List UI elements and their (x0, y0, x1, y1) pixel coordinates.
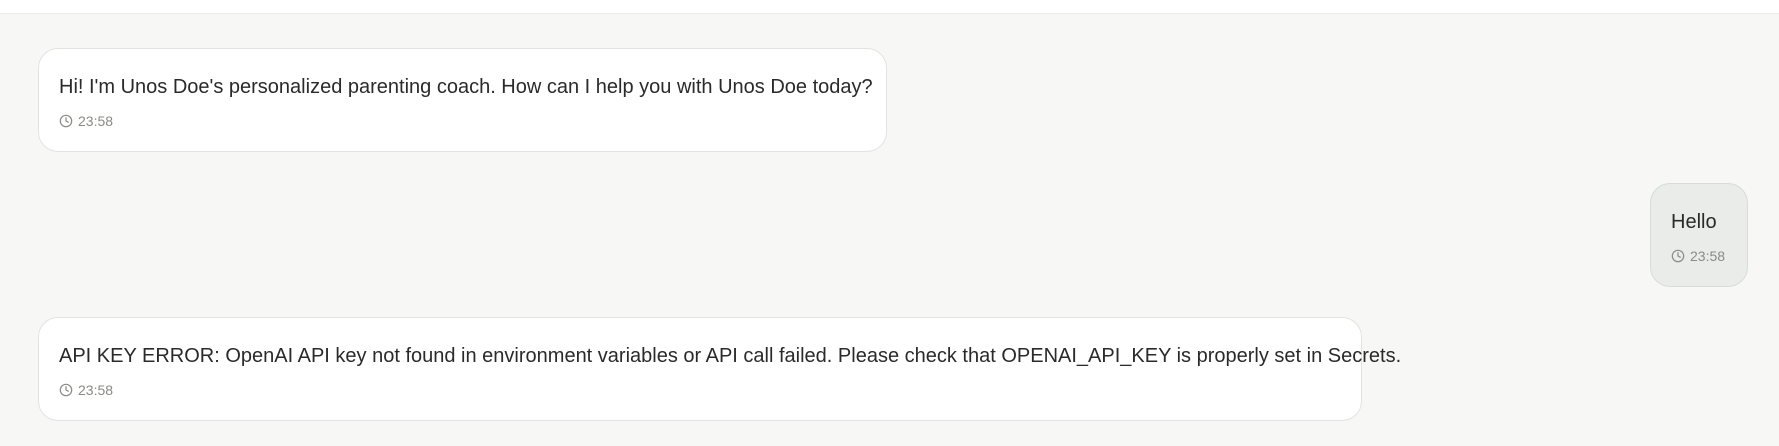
message-timestamp: 23:58 (1671, 248, 1725, 264)
message-timestamp: 23:58 (59, 382, 113, 398)
chat-message-list: Hi! I'm Unos Doe's personalized parentin… (0, 13, 1779, 446)
assistant-message: API KEY ERROR: OpenAI API key not found … (38, 317, 1401, 421)
message-text: Hi! I'm Unos Doe's personalized parentin… (59, 76, 873, 98)
clock-icon (59, 383, 73, 397)
clock-icon (1671, 249, 1685, 263)
timestamp-text: 23:58 (78, 113, 114, 129)
timestamp-text: 23:58 (1690, 248, 1726, 264)
timestamp-text: 23:58 (78, 382, 114, 398)
message-text: Hello (1671, 211, 1717, 233)
clock-icon (59, 114, 73, 128)
assistant-message: Hi! I'm Unos Doe's personalized parentin… (38, 48, 887, 152)
message-text: API KEY ERROR: OpenAI API key not found … (59, 345, 1402, 367)
message-timestamp: 23:58 (59, 113, 113, 129)
user-message: Hello 23:58 (1650, 183, 1748, 287)
